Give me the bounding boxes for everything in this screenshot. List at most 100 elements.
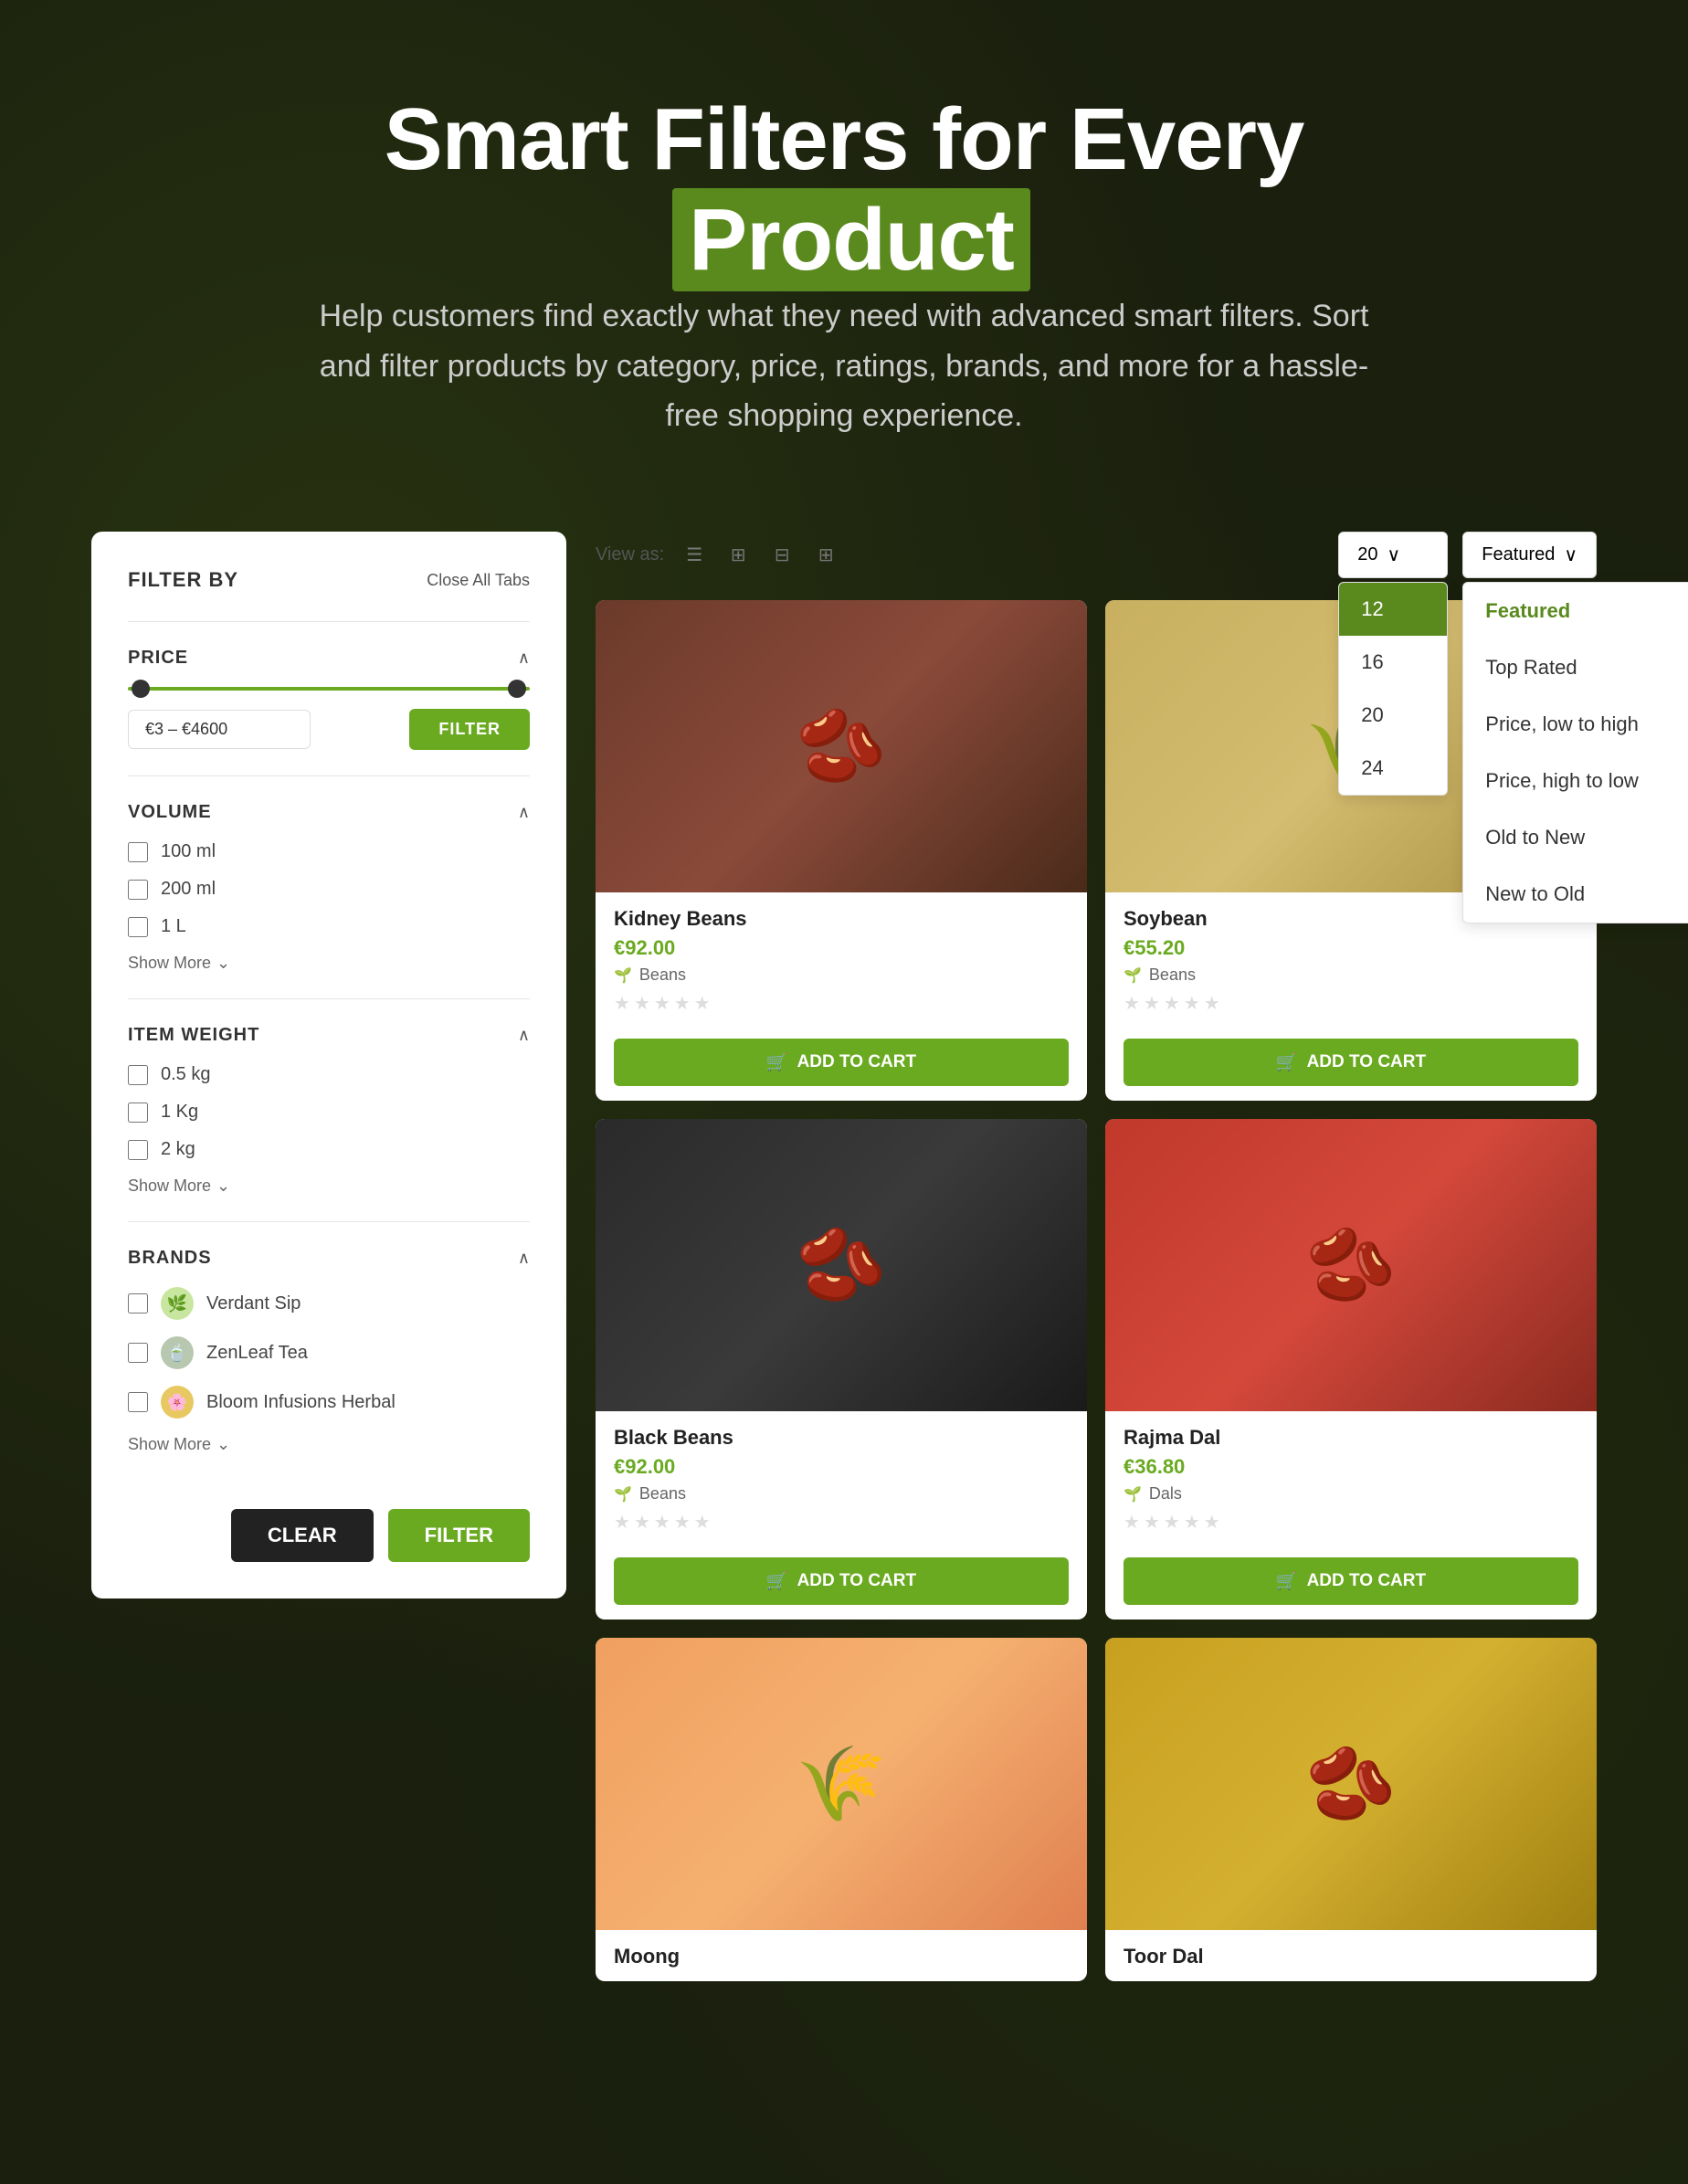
star-5: ★: [1204, 992, 1220, 1015]
brands-section-title: BRANDS: [128, 1248, 212, 1269]
volume-200ml-label: 200 ml: [161, 879, 216, 900]
add-to-cart-soybean[interactable]: 🛒 ADD TO CART: [1124, 1039, 1578, 1086]
product-name-kidney-beans: Kidney Beans: [614, 907, 1069, 931]
product-info-rajma-dal: Rajma Dal €36.80 🌱 Dals ★ ★ ★ ★ ★: [1105, 1411, 1597, 1554]
volume-200ml-checkbox[interactable]: [128, 880, 148, 900]
sort-selected: Featured: [1482, 544, 1555, 565]
star-3: ★: [1164, 1511, 1180, 1534]
product-card-moong: 🌾 Moong: [596, 1638, 1087, 1981]
sort-new-to-old[interactable]: New to Old: [1463, 866, 1688, 923]
brand-verdant-checkbox[interactable]: [128, 1293, 148, 1314]
brand-bloom-checkbox[interactable]: [128, 1392, 148, 1412]
product-card-rajma-dal: 🫘 Rajma Dal €36.80 🌱 Dals ★ ★ ★: [1105, 1119, 1597, 1620]
category-label-soybean: Beans: [1149, 965, 1196, 985]
view-icons: ☰ ⊞ ⊟ ⊞: [677, 538, 843, 573]
category-icon-rajma: 🌱: [1124, 1485, 1142, 1503]
per-page-menu: 12 16 20 24: [1338, 582, 1448, 796]
brands-show-more-chevron-icon: ⌄: [216, 1435, 230, 1454]
per-page-24[interactable]: 24: [1339, 742, 1447, 795]
weight-1kg-checkbox[interactable]: [128, 1103, 148, 1123]
price-section-header[interactable]: PRICE ∧: [128, 648, 530, 669]
star-5: ★: [694, 992, 711, 1015]
volume-show-more[interactable]: Show More ⌄: [128, 954, 530, 973]
star-4: ★: [674, 1511, 691, 1534]
grid-2-view-icon[interactable]: ⊞: [721, 538, 755, 573]
weight-show-more[interactable]: Show More ⌄: [128, 1176, 530, 1196]
weight-2kg-checkbox[interactable]: [128, 1140, 148, 1160]
brand-zenleaf-tea: 🍵 ZenLeaf Tea: [128, 1336, 530, 1369]
apply-filter-button[interactable]: FILTER: [388, 1509, 530, 1562]
star-rating-soybean: ★ ★ ★ ★ ★: [1124, 992, 1578, 1015]
sort-dropdown[interactable]: Featured ∨ Featured Top Rated Price, low…: [1462, 532, 1597, 578]
sort-old-to-new[interactable]: Old to New: [1463, 809, 1688, 866]
add-to-cart-rajma-dal[interactable]: 🛒 ADD TO CART: [1124, 1557, 1578, 1605]
volume-option-100ml: 100 ml: [128, 841, 530, 862]
volume-filter-section: VOLUME ∧ 100 ml 200 ml 1 L Show More: [128, 775, 530, 998]
list-view-icon[interactable]: ☰: [677, 538, 712, 573]
product-category-black-beans: 🌱 Beans: [614, 1484, 1069, 1503]
star-2: ★: [634, 992, 650, 1015]
sort-price-low-high[interactable]: Price, low to high: [1463, 696, 1688, 753]
volume-option-200ml: 200 ml: [128, 879, 530, 900]
volume-section-header[interactable]: VOLUME ∧: [128, 802, 530, 823]
weight-2kg-label: 2 kg: [161, 1139, 195, 1160]
volume-show-more-chevron-icon: ⌄: [216, 954, 230, 973]
add-to-cart-label-kidney: ADD TO CART: [797, 1052, 917, 1072]
weight-0.5kg-checkbox[interactable]: [128, 1065, 148, 1085]
volume-1l-label: 1 L: [161, 916, 186, 937]
product-card-black-beans: 🫘 Black Beans €92.00 🌱 Beans ★ ★ ★: [596, 1119, 1087, 1620]
brand-bloom-label: Bloom Infusions Herbal: [206, 1392, 396, 1413]
per-page-12[interactable]: 12: [1339, 583, 1447, 636]
add-to-cart-kidney-beans[interactable]: 🛒 ADD TO CART: [614, 1039, 1069, 1086]
add-to-cart-black-beans[interactable]: 🛒 ADD TO CART: [614, 1557, 1069, 1605]
sort-top-rated[interactable]: Top Rated: [1463, 639, 1688, 696]
volume-100ml-label: 100 ml: [161, 841, 216, 862]
weight-1kg-label: 1 Kg: [161, 1102, 198, 1123]
volume-100ml-checkbox[interactable]: [128, 842, 148, 862]
products-area: View as: ☰ ⊞ ⊟ ⊞ 20 ∨: [596, 532, 1597, 1981]
price-range-display: FILTER: [128, 709, 530, 750]
brands-show-more[interactable]: Show More ⌄: [128, 1435, 530, 1454]
price-section-title: PRICE: [128, 648, 188, 669]
volume-1l-checkbox[interactable]: [128, 917, 148, 937]
price-range-input[interactable]: [128, 710, 311, 749]
add-to-cart-label-soybean: ADD TO CART: [1307, 1052, 1427, 1072]
weight-show-more-chevron-icon: ⌄: [216, 1176, 230, 1196]
brand-verdant-label: Verdant Sip: [206, 1293, 301, 1314]
per-page-trigger[interactable]: 20 ∨: [1338, 532, 1448, 578]
add-to-cart-label-black-beans: ADD TO CART: [797, 1571, 917, 1591]
close-all-tabs-button[interactable]: Close All Tabs: [427, 571, 530, 590]
sort-featured[interactable]: Featured: [1463, 583, 1688, 639]
star-1: ★: [614, 1511, 630, 1534]
price-range-slider[interactable]: [128, 687, 530, 691]
product-card-kidney-beans: 🫘 Kidney Beans €92.00 🌱 Beans ★ ★ ★: [596, 600, 1087, 1101]
per-page-dropdown[interactable]: 20 ∨ 12 16 20 24: [1338, 532, 1448, 578]
weight-0.5kg-label: 0.5 kg: [161, 1064, 210, 1085]
star-4: ★: [1184, 1511, 1200, 1534]
grid-4-view-icon[interactable]: ⊞: [808, 538, 843, 573]
weight-section-header[interactable]: ITEM WEIGHT ∧: [128, 1025, 530, 1046]
filter-by-label: FILTER BY: [128, 568, 238, 592]
per-page-20[interactable]: 20: [1339, 689, 1447, 742]
view-as-label: View as:: [596, 544, 664, 565]
brand-zenleaf-label: ZenLeaf Tea: [206, 1343, 308, 1364]
page-title: Smart Filters for Every Product: [219, 91, 1469, 291]
price-filter-button[interactable]: FILTER: [409, 709, 530, 750]
view-as-section: View as: ☰ ⊞ ⊟ ⊞: [596, 538, 843, 573]
page-subtitle: Help customers find exactly what they ne…: [296, 291, 1392, 440]
volume-option-1l: 1 L: [128, 916, 530, 937]
clear-button[interactable]: CLEAR: [231, 1509, 374, 1562]
star-5: ★: [694, 1511, 711, 1534]
brands-section-header[interactable]: BRANDS ∧: [128, 1248, 530, 1269]
star-2: ★: [634, 1511, 650, 1534]
sort-price-high-low[interactable]: Price, high to low: [1463, 753, 1688, 809]
weight-chevron-icon: ∧: [518, 1026, 530, 1045]
toolbar-right: 20 ∨ 12 16 20 24 Featured: [1338, 532, 1597, 578]
weight-option-0.5kg: 0.5 kg: [128, 1064, 530, 1085]
product-image-rajma-dal: 🫘: [1105, 1119, 1597, 1411]
grid-3-view-icon[interactable]: ⊟: [765, 538, 799, 573]
sort-trigger[interactable]: Featured ∨: [1462, 532, 1597, 578]
sort-chevron-icon: ∨: [1564, 543, 1577, 566]
brand-zenleaf-checkbox[interactable]: [128, 1343, 148, 1363]
per-page-16[interactable]: 16: [1339, 636, 1447, 689]
